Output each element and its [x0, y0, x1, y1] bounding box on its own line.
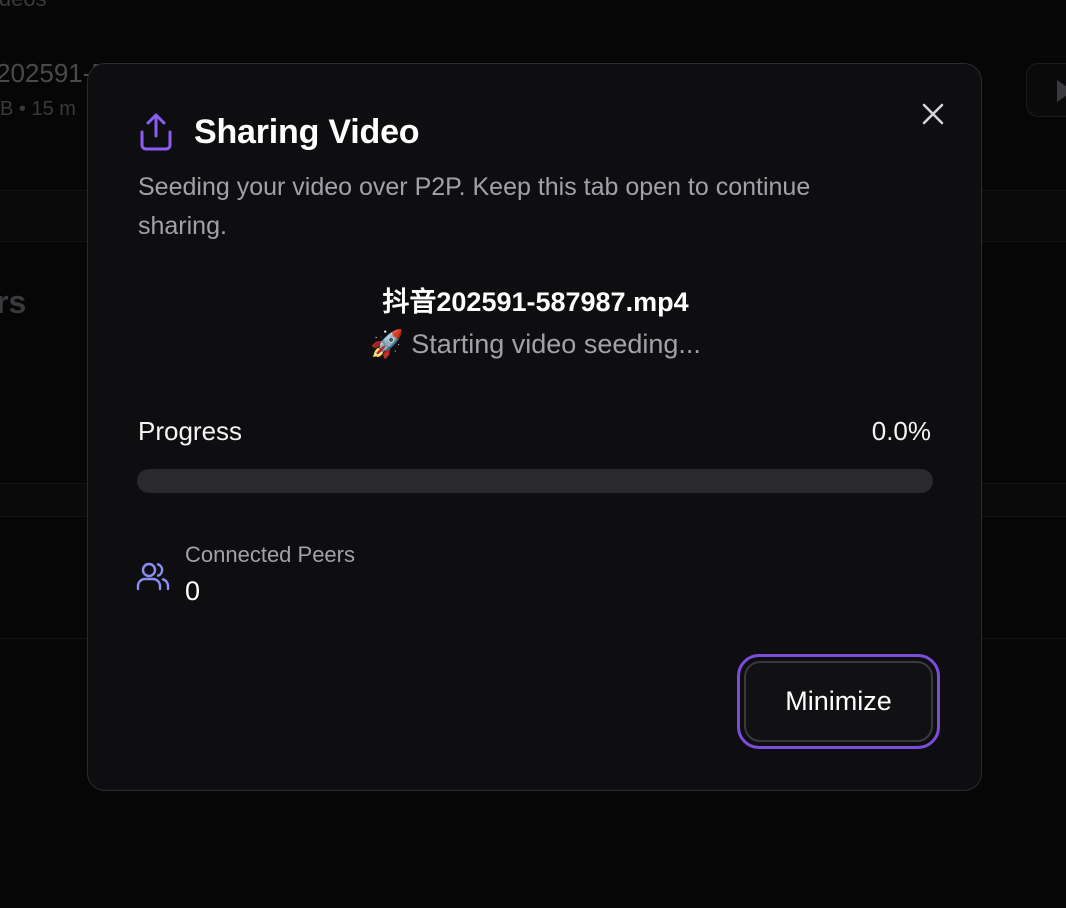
share-upload-icon	[140, 113, 172, 151]
bg-section-title: rs	[0, 284, 27, 320]
close-button[interactable]	[916, 97, 950, 131]
progress-label: Progress	[138, 416, 243, 446]
users-icon	[136, 562, 170, 591]
progress-percent: 0.0%	[871, 416, 931, 446]
bg-play-button	[1026, 63, 1066, 117]
minimize-button[interactable]: Minimize	[744, 661, 933, 742]
connected-peers-label: Connected Peers	[185, 542, 355, 567]
close-icon	[922, 103, 944, 125]
bg-file-meta: B • 15 m	[0, 98, 76, 120]
file-name: 抖音202591-587987.mp4	[382, 287, 689, 317]
dialog-description: Seeding your video over P2P. Keep this t…	[138, 173, 811, 240]
dialog-title: Sharing Video	[194, 112, 420, 151]
play-icon	[1057, 80, 1066, 102]
seeding-status: 🚀 Starting video seeding...	[370, 329, 701, 359]
sharing-video-dialog: Sharing Video Seeding your video over P2…	[87, 63, 982, 791]
progress-bar	[137, 469, 933, 493]
bg-section-heading: ideos	[0, 0, 47, 12]
dialog-header: Sharing Video	[138, 112, 420, 152]
connected-peers-count: 0	[185, 576, 201, 606]
